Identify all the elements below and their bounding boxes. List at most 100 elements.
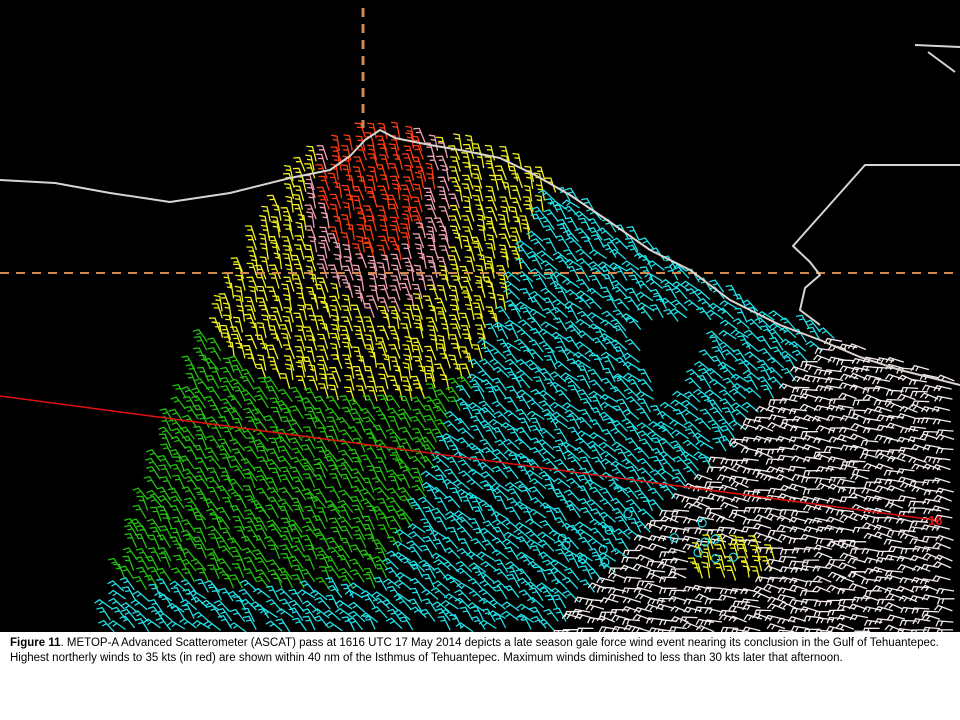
wind-barb bbox=[936, 629, 954, 632]
wind-barb bbox=[636, 422, 655, 433]
wind-barb bbox=[648, 487, 664, 501]
wind-barb bbox=[492, 585, 508, 600]
wind-barb bbox=[499, 196, 511, 212]
wind-barb bbox=[265, 585, 280, 600]
wind-barb bbox=[693, 473, 713, 481]
wind-barb bbox=[132, 504, 147, 519]
wind-barb bbox=[315, 153, 327, 170]
wind-barb bbox=[540, 321, 559, 331]
wind-barb bbox=[909, 537, 928, 545]
wind-barb bbox=[411, 467, 424, 483]
wind-barb bbox=[376, 244, 388, 261]
wind-barb bbox=[480, 346, 496, 361]
wind-barb bbox=[397, 474, 411, 489]
wind-barb bbox=[304, 304, 317, 320]
wind-barb bbox=[438, 274, 451, 290]
wind-barb bbox=[445, 577, 463, 590]
wind-barb bbox=[626, 465, 641, 480]
wind-barb bbox=[319, 226, 331, 243]
wind-barb bbox=[399, 395, 412, 411]
wind-barb bbox=[741, 341, 760, 353]
wind-barb bbox=[434, 297, 447, 313]
wind-barb bbox=[170, 586, 185, 602]
wind-barb bbox=[355, 333, 367, 349]
wind-barb bbox=[813, 354, 832, 362]
wind-barb bbox=[553, 317, 568, 332]
wind-barb bbox=[632, 563, 652, 570]
wind-barb bbox=[351, 243, 363, 259]
wind-barb bbox=[791, 547, 810, 554]
wind-barb bbox=[936, 598, 955, 605]
wind-barb bbox=[544, 483, 559, 498]
wind-barb bbox=[309, 293, 319, 310]
wind-barb bbox=[750, 565, 761, 582]
wind-barb bbox=[860, 439, 879, 447]
wind-barb bbox=[864, 590, 882, 597]
wind-barb bbox=[172, 383, 187, 399]
wind-barb bbox=[732, 317, 750, 330]
wind-barb bbox=[169, 527, 183, 543]
wind-barb bbox=[170, 396, 186, 410]
wind-barb bbox=[671, 509, 690, 516]
wind-barb bbox=[195, 578, 209, 593]
wind-barb bbox=[731, 628, 749, 632]
wind-barb bbox=[525, 530, 543, 542]
wind-barb bbox=[147, 547, 162, 562]
wind-barb bbox=[921, 613, 941, 621]
wind-barb bbox=[518, 615, 532, 630]
wind-barb bbox=[275, 618, 291, 632]
wind-barb bbox=[813, 600, 832, 608]
wind-barb bbox=[790, 510, 809, 517]
wind-barb bbox=[700, 395, 715, 410]
wind-barb bbox=[294, 335, 306, 351]
wind-barb bbox=[626, 244, 642, 259]
wind-barb bbox=[767, 487, 786, 495]
wind-barb bbox=[197, 493, 210, 509]
wind-barb bbox=[850, 473, 869, 480]
wind-barb bbox=[349, 558, 365, 572]
wind-barb bbox=[719, 319, 738, 330]
wind-barb bbox=[932, 418, 952, 425]
wind-barb bbox=[543, 354, 557, 370]
wind-barb bbox=[393, 592, 412, 603]
wind-barb bbox=[205, 455, 221, 469]
wind-barb bbox=[714, 544, 727, 559]
wind-barb bbox=[447, 396, 461, 411]
wind-barb bbox=[883, 538, 902, 545]
wind-barb bbox=[525, 581, 543, 593]
wind-barb bbox=[506, 506, 521, 521]
wind-barb bbox=[839, 552, 859, 560]
wind-barb bbox=[338, 489, 354, 503]
wind-barb bbox=[243, 445, 259, 460]
wind-barb bbox=[687, 557, 700, 573]
wind-barb bbox=[355, 385, 367, 401]
wind-barb bbox=[353, 533, 367, 549]
wind-barb bbox=[503, 585, 520, 599]
wind-barb bbox=[624, 338, 641, 352]
wind-barb bbox=[119, 615, 136, 629]
wind-barb bbox=[472, 344, 483, 360]
wind-barb bbox=[600, 450, 618, 462]
wind-barb bbox=[347, 617, 364, 631]
wind-barb bbox=[316, 534, 330, 549]
wind-barb bbox=[388, 143, 399, 160]
wind-barb bbox=[719, 465, 738, 473]
wind-barb bbox=[550, 417, 568, 429]
wind-barb bbox=[156, 578, 171, 593]
wind-barb bbox=[528, 486, 545, 499]
wind-barb bbox=[329, 203, 339, 221]
track-time-label: 16 bbox=[928, 513, 942, 528]
wind-barb bbox=[885, 401, 905, 409]
wind-barb bbox=[341, 616, 355, 631]
wind-barb bbox=[204, 447, 220, 462]
wind-barb bbox=[228, 355, 244, 370]
wind-barb bbox=[787, 465, 806, 472]
wind-barb bbox=[499, 223, 511, 239]
wind-barb bbox=[529, 268, 547, 280]
wind-barb bbox=[417, 496, 435, 509]
wind-barb bbox=[596, 576, 615, 584]
wind-barb bbox=[477, 461, 495, 473]
wind-barb bbox=[935, 620, 954, 627]
wind-barb bbox=[731, 382, 750, 393]
wind-barb bbox=[501, 610, 519, 621]
